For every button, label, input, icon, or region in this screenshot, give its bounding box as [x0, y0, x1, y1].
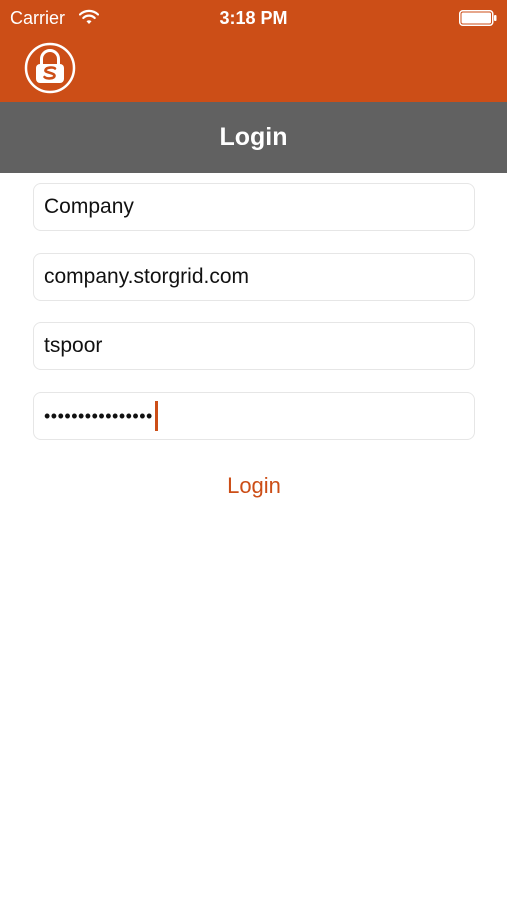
password-mask: ••••••••••••••••: [44, 406, 153, 426]
page-title: Login: [219, 123, 288, 151]
username-field[interactable]: [33, 322, 475, 370]
app-header: Carrier 3:18 PM: [0, 0, 507, 102]
status-time: 3:18 PM: [219, 8, 288, 28]
server-field[interactable]: [33, 253, 475, 301]
status-bar: Carrier 3:18 PM: [0, 0, 507, 36]
company-field[interactable]: [33, 183, 475, 231]
text-cursor: [154, 401, 158, 431]
title-bar: Login: [0, 102, 507, 173]
battery-icon: [459, 10, 497, 26]
lock-s-icon: [24, 42, 76, 94]
login-button[interactable]: Login: [174, 466, 334, 506]
password-field[interactable]: ••••••••••••••••: [33, 392, 475, 440]
